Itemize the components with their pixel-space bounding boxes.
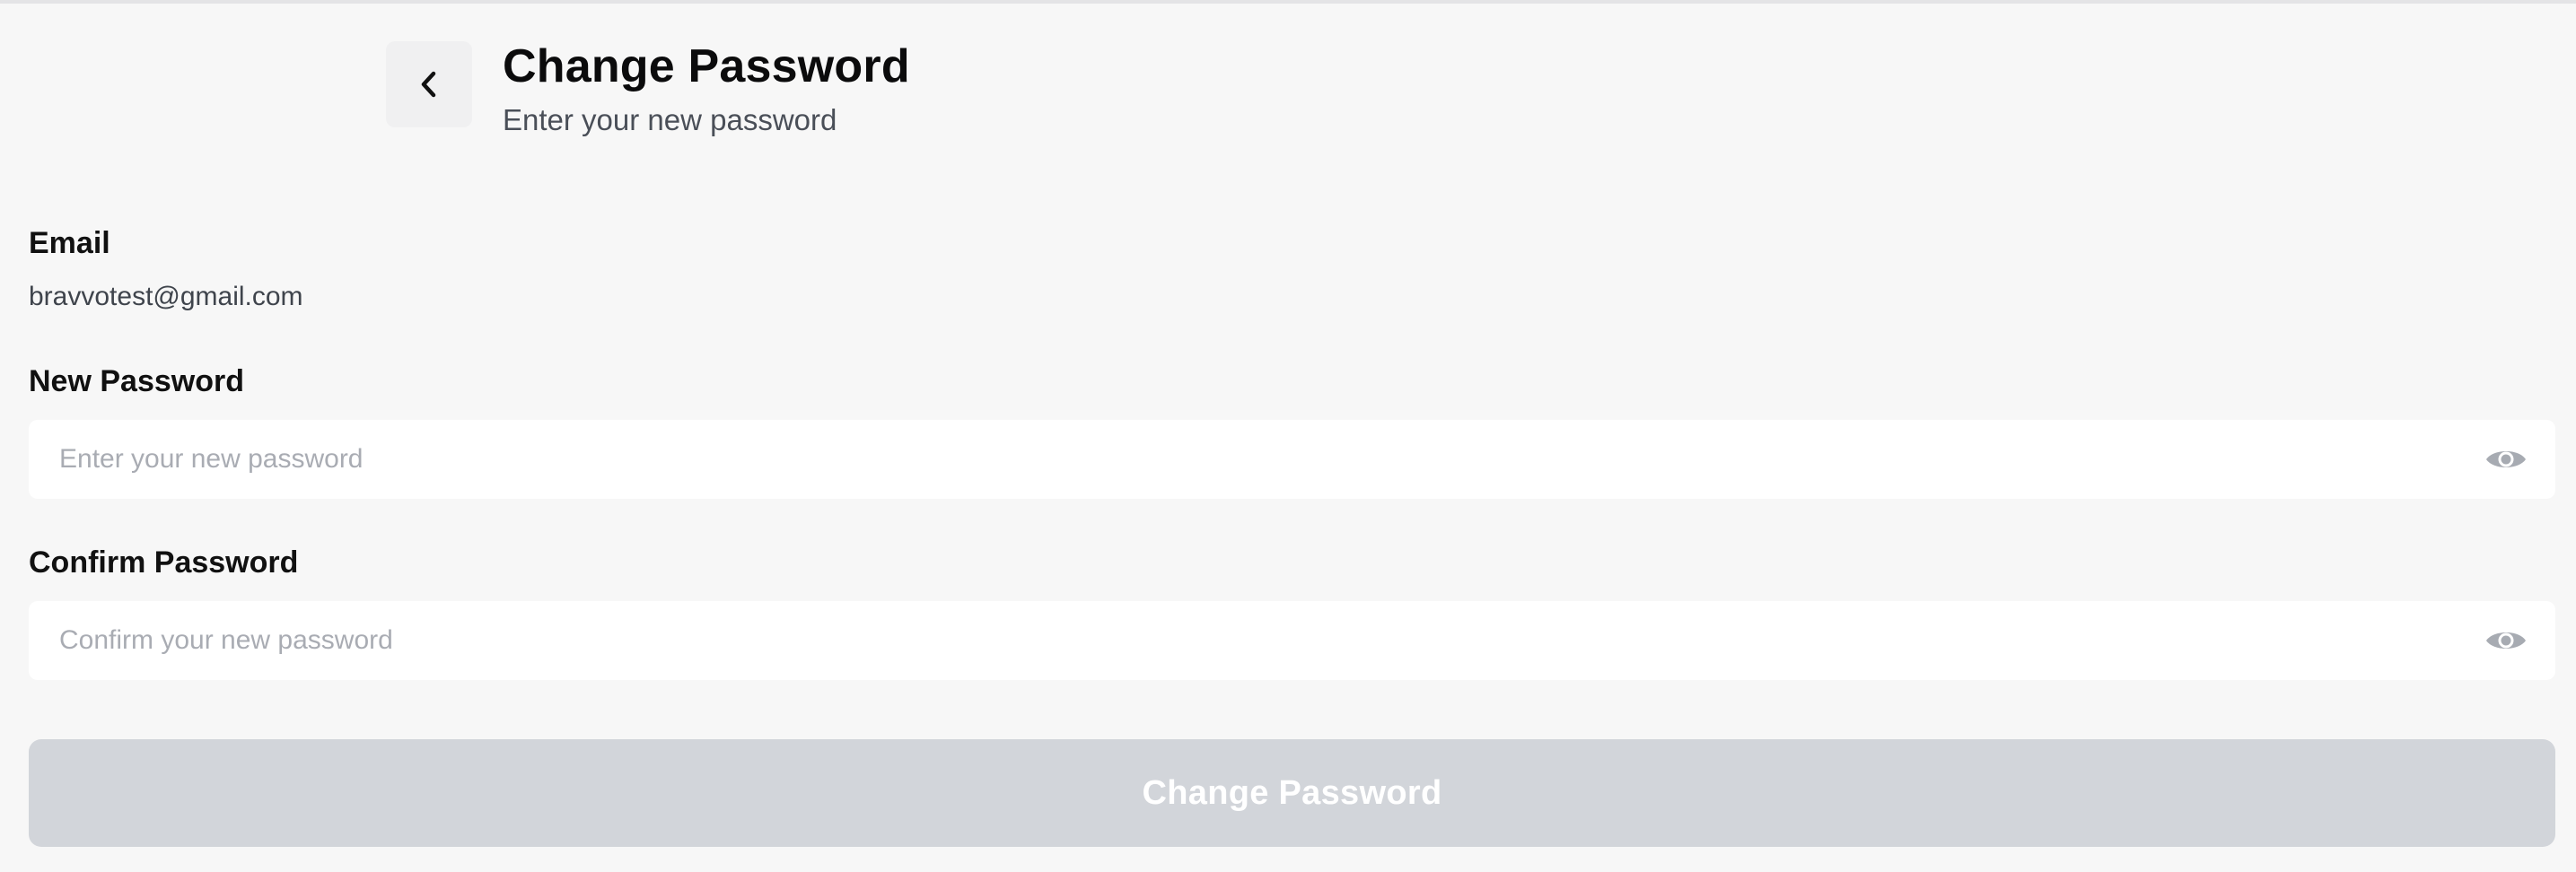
show-confirm-password-toggle[interactable]	[2484, 624, 2528, 657]
back-button[interactable]	[386, 41, 472, 127]
email-label: Email	[29, 226, 110, 260]
show-new-password-toggle[interactable]	[2484, 443, 2528, 475]
eye-icon	[2486, 632, 2526, 649]
confirm-password-field-wrapper	[29, 601, 2555, 680]
top-divider	[0, 0, 2576, 4]
confirm-password-label: Confirm Password	[29, 545, 299, 580]
confirm-password-input[interactable]	[57, 613, 2484, 668]
page-header: Change Password Enter your new password	[386, 41, 910, 140]
new-password-label: New Password	[29, 364, 244, 398]
page-subtitle: Enter your new password	[503, 103, 837, 136]
eye-icon	[2486, 451, 2526, 467]
new-password-input[interactable]	[57, 432, 2484, 487]
page-title: Change Password	[503, 40, 910, 92]
header-titles: Change Password Enter your new password	[503, 41, 910, 138]
change-password-button[interactable]: Change Password	[29, 739, 2555, 847]
email-value: bravvotest@gmail.com	[29, 282, 303, 311]
chevron-left-icon	[421, 71, 436, 98]
new-password-field-wrapper	[29, 420, 2555, 499]
